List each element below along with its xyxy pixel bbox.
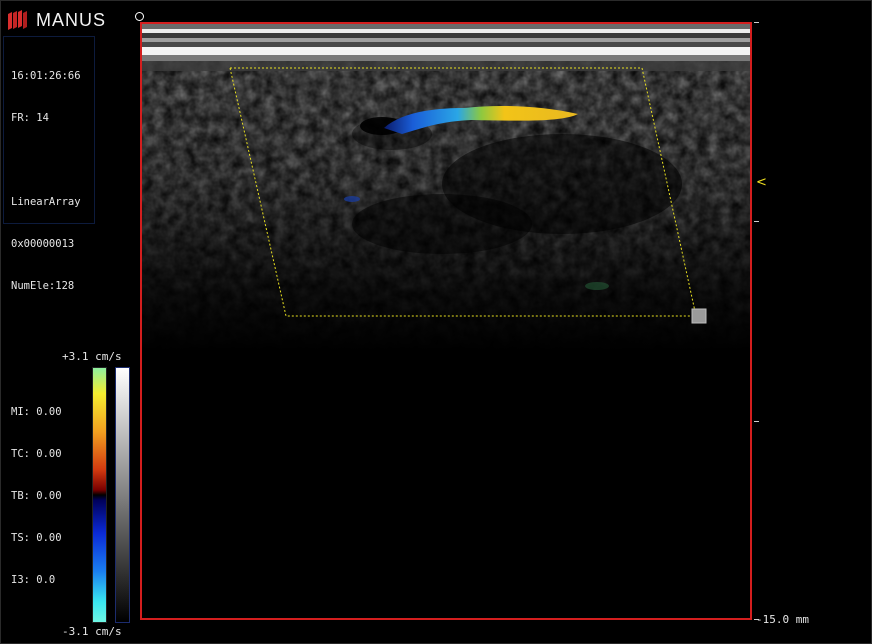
ts-readout: TS: 0.00 (11, 532, 62, 544)
image-origin-marker[interactable] (135, 12, 144, 21)
probe-id: 0x00000013 (11, 238, 75, 250)
grayscale-bar (115, 367, 130, 623)
i3-readout: I3: 0.0 (11, 574, 56, 586)
frame-rate-readout: FR: 14 (11, 112, 49, 124)
probe-type: LinearArray (11, 196, 81, 208)
mi-readout: MI: 0.00 (11, 406, 62, 418)
ultrasound-image[interactable] (140, 22, 752, 620)
num-elements: NumEle:128 (11, 280, 75, 292)
acquisition-info-panel: 16:01:26:66 FR: 14 LinearArray 0x0000001… (3, 36, 95, 586)
time-readout: 16:01:26:66 (11, 70, 81, 82)
depth-tick (754, 221, 759, 222)
focus-marker[interactable]: < (756, 175, 767, 190)
tc-readout: TC: 0.00 (11, 448, 62, 460)
roi-resize-handle[interactable] (691, 308, 707, 324)
bmode-doppler-canvas (142, 24, 750, 618)
depth-tick (754, 22, 759, 23)
velocity-color-bar (92, 367, 107, 623)
logo-text: MANUS (36, 9, 107, 30)
velocity-max-label: +3.1 cm/s (62, 350, 122, 363)
tb-readout: TB: 0.00 (11, 490, 62, 502)
manus-logo-icon (8, 10, 27, 30)
manus-logo: MANUS (6, 8, 106, 32)
depth-max-label: -15.0 mm (756, 613, 809, 626)
depth-tick (754, 421, 759, 422)
velocity-min-label: -3.1 cm/s (62, 625, 122, 638)
